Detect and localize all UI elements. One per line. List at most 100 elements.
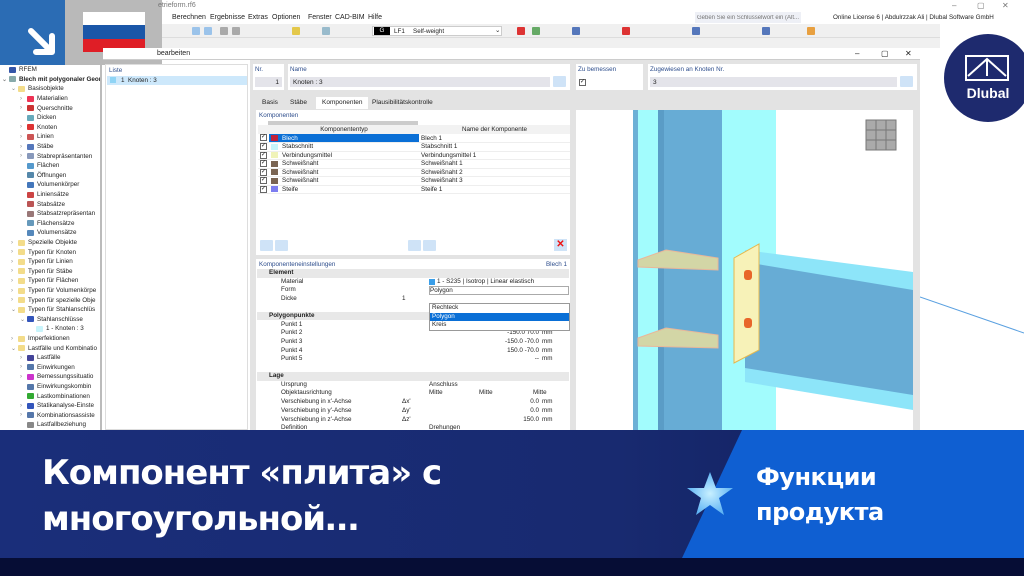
maximize-button[interactable]: ▢ [977,1,985,10]
tree-item[interactable]: ⌄ Lastfälle und Kombinatio [11,343,97,353]
tree-item[interactable]: › Statikanalyse-Einste [20,401,94,411]
tool-icon[interactable] [807,27,815,35]
close-button[interactable]: ✕ [1002,1,1009,10]
tree-item[interactable]: › Spezielle Objekte [11,238,77,248]
property-row[interactable]: Verschiebung in z'-Achse Δz' 150.0 mm [257,416,569,425]
tree-item[interactable]: RFEM [2,65,37,75]
tree-item[interactable]: ⌄ Stahlanschlüsse [20,315,83,325]
tree-item[interactable]: › Typen für Knoten [11,247,76,257]
library-icon[interactable] [423,240,436,251]
tree-item[interactable]: Volumenkörper [20,180,79,190]
tool-icon[interactable] [292,27,300,35]
menu-berechnen[interactable]: Berechnen [172,14,206,21]
tree-item[interactable]: › Typen für Stäbe [11,267,72,277]
property-row[interactable]: Punkt 4 150.0 -70.0 mm [257,347,569,356]
dropdown-option[interactable]: Rechteck [430,304,569,313]
tree-item[interactable]: Liniensätze [20,190,69,200]
tree-item[interactable]: ⌄ Basisobjekte [11,84,64,94]
chevron-right-icon[interactable]: › [11,240,18,246]
tree-item[interactable]: Flächensätze [20,219,74,229]
chevron-right-icon[interactable]: › [20,134,27,140]
edit-name-icon[interactable] [553,76,566,87]
tool-icon[interactable] [220,27,228,35]
chevron-down-icon[interactable]: ⌄ [2,76,9,83]
property-row[interactable]: Material 1 - S235 | Isotrop | Linear elas… [257,278,569,287]
import-icon[interactable] [408,240,421,251]
property-row[interactable]: Punkt 5 -- mm [257,355,569,364]
dropdown-option[interactable]: Polygon [430,312,569,321]
tree-item[interactable]: 1 - Knoten : 3 [29,324,84,334]
property-row[interactable]: Verschiebung in x'-Achse Δx' 0.0 mm [257,398,569,407]
move-up-icon[interactable] [260,240,273,251]
back-arrow-tile[interactable] [0,0,65,65]
chevron-right-icon[interactable]: › [11,336,18,342]
tree-item[interactable]: Lastkombinationen [20,391,90,401]
property-row[interactable]: Form Polygon [257,286,569,296]
chevron-down-icon[interactable]: ⌄ [20,316,27,323]
tree-item[interactable]: Stabsätze [20,199,65,209]
component-row[interactable]: ✓ Verbindungsmittel Verbindungsmittel 1 [258,151,570,160]
tool-icon[interactable] [622,27,630,35]
tree-item[interactable]: › Knoten [20,123,57,133]
chevron-right-icon[interactable]: › [11,268,18,274]
tool-icon[interactable] [532,27,540,35]
search-input[interactable] [695,12,801,23]
component-checkbox[interactable]: ✓ [260,185,267,193]
menu-fenster[interactable]: Fenster [308,14,332,21]
chevron-right-icon[interactable]: › [20,124,27,130]
tree-item[interactable]: Lastfallbeziehung [20,420,86,430]
tree-item[interactable]: ⌄ Blech mit polygonaler Geom [2,75,100,85]
tree-item[interactable]: › Typen für Linien [11,257,73,267]
chevron-right-icon[interactable]: › [20,355,27,361]
component-checkbox[interactable]: ✓ [260,151,267,159]
menu-cad-bim[interactable]: CAD-BIM [335,14,365,21]
tool-icon[interactable] [322,27,330,35]
tree-item[interactable]: › Kombinationsassiste [20,411,95,421]
dialog-maximize-button[interactable]: ▢ [881,49,889,58]
tree-item[interactable]: › Typen für spezielle Obje [11,295,96,305]
component-checkbox[interactable]: ✓ [260,143,267,151]
tree-item[interactable]: › Typen für Volumenkörpe [11,286,96,296]
property-row[interactable]: Verschiebung in y'-Achse Δy' 0.0 mm [257,407,569,416]
property-row[interactable]: Lage [257,372,569,381]
tree-item[interactable]: Dicken [20,113,56,123]
tool-icon[interactable] [692,27,700,35]
tool-icon[interactable] [572,27,580,35]
view-cube-icon[interactable] [865,119,897,151]
move-down-icon[interactable] [275,240,288,251]
chevron-right-icon[interactable]: › [20,374,27,380]
tree-item[interactable]: › Lastfälle [20,353,60,363]
tool-icon[interactable] [762,27,770,35]
property-row[interactable]: Punkt 3 -150.0 -70.0 mm [257,338,569,347]
filter-icon[interactable] [517,27,525,35]
chevron-right-icon[interactable]: › [20,105,27,111]
delete-icon[interactable]: ✕ [554,239,567,251]
tree-item[interactable]: › Imperfektionen [11,334,70,344]
tree-item[interactable]: › Linien [20,132,54,142]
chevron-right-icon[interactable]: › [20,153,27,159]
tree-item[interactable]: › Stabrepräsentanten [20,151,92,161]
tab-basis[interactable]: Basis [256,97,284,109]
tree-item[interactable]: ⌄ Typen für Stahlanschlüs [11,305,95,315]
3d-viewport[interactable] [576,110,913,430]
chevron-right-icon[interactable]: › [20,412,27,418]
chevron-right-icon[interactable]: › [20,96,27,102]
tab-plausibilitätskontrolle[interactable]: Plausibilitätskontrolle [366,97,439,109]
chevron-down-icon[interactable]: ⌄ [11,306,18,313]
view-icon[interactable] [204,27,212,35]
tree-item[interactable]: › Stäbe [20,142,53,152]
component-row[interactable]: ✓ Schweißnaht Schweißnaht 1 [258,159,570,169]
component-row[interactable]: ✓ Stabschnitt Stabschnitt 1 [258,142,570,152]
chevron-right-icon[interactable]: › [11,297,18,303]
tree-item[interactable]: Einwirkungskombin [20,382,91,392]
chevron-right-icon[interactable]: › [11,288,18,294]
minimize-button[interactable]: – [952,1,956,10]
chevron-right-icon[interactable]: › [11,249,18,255]
pick-node-icon[interactable] [900,76,913,87]
menu-ergebnisse[interactable]: Ergebnisse [210,14,245,21]
dialog-minimize-button[interactable]: – [855,49,859,58]
property-row[interactable]: Element [257,269,569,278]
tree-item[interactable]: › Typen für Flächen [11,276,78,286]
property-row[interactable]: Objektausrichtung Mitte Mitte Mitte [257,389,569,398]
component-row[interactable]: ✓ Blech Blech 1 [258,134,570,143]
